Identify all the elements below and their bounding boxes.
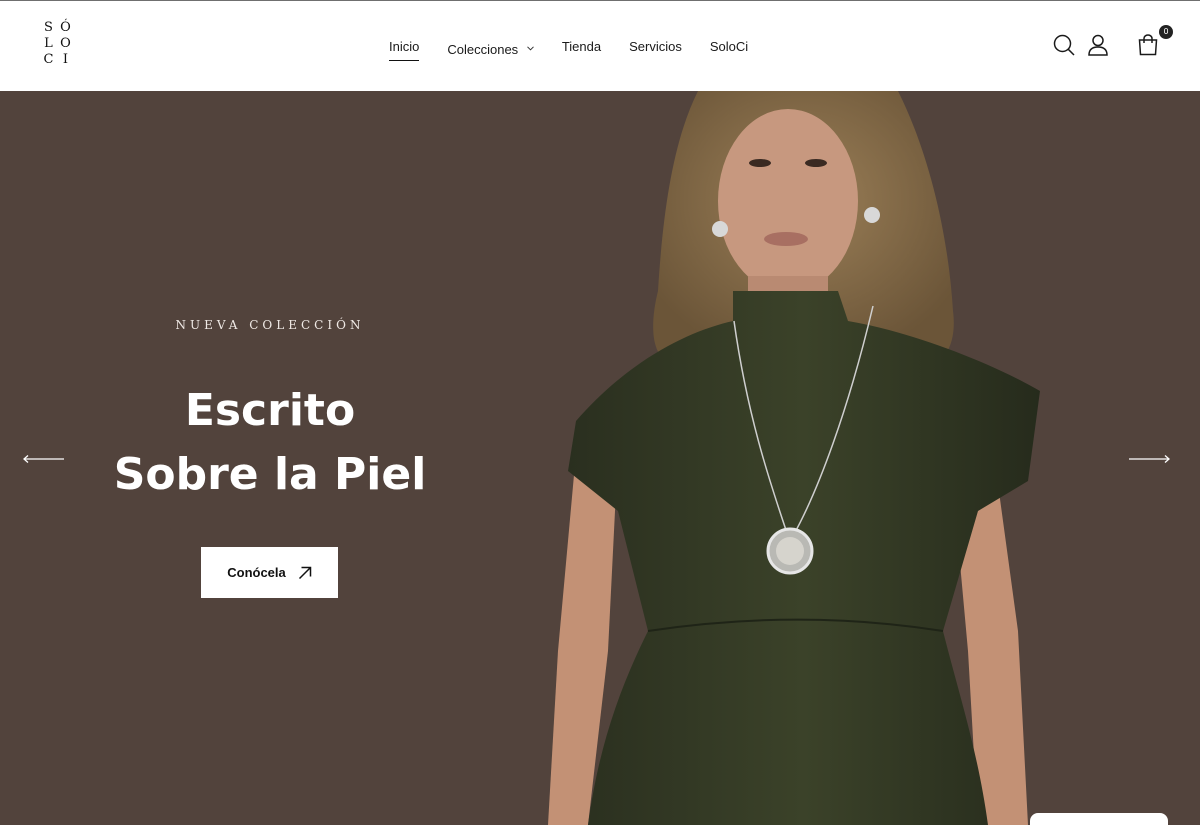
floating-widget-tab[interactable] — [1030, 813, 1168, 825]
hero-slider: NUEVA COLECCIÓN Escrito Sobre la Piel Co… — [0, 91, 1200, 825]
logo-letter: Ó — [60, 20, 71, 35]
nav-item-label: Tienda — [561, 39, 602, 54]
logo-letter: L — [44, 36, 53, 51]
nav-item-label: SoloCi — [709, 39, 749, 54]
nav-item-label: Servicios — [629, 39, 682, 54]
nav-item-label: Colecciones — [447, 42, 519, 57]
search-icon — [1053, 34, 1075, 56]
cta-label: Conócela — [227, 565, 286, 580]
slider-prev-button[interactable] — [22, 449, 66, 469]
arrow-left-icon — [23, 455, 64, 463]
header-actions: 0 — [1050, 25, 1173, 59]
slider-next-button[interactable] — [1127, 449, 1171, 469]
logo-letter: S — [44, 20, 53, 35]
cart-count-badge: 0 — [1159, 25, 1173, 39]
hero-title: Escrito Sobre la Piel — [70, 379, 470, 507]
arrow-right-icon — [1129, 455, 1170, 463]
logo-letter: I — [62, 52, 69, 67]
site-header: S Ó L O C I Inicio Colecciones Tienda Se… — [0, 0, 1200, 91]
main-nav: Inicio Colecciones Tienda Servicios Solo… — [389, 37, 776, 63]
hero-model-image — [548, 91, 1040, 825]
nav-item-servicios[interactable]: Servicios — [629, 37, 682, 61]
account-button[interactable] — [1084, 31, 1112, 59]
brand-logo[interactable]: S Ó L O C I — [40, 20, 74, 68]
nav-item-inicio[interactable]: Inicio — [389, 37, 420, 61]
nav-item-colecciones[interactable]: Colecciones — [447, 37, 534, 61]
arrow-up-right-icon — [298, 566, 311, 579]
logo-letter: C — [43, 52, 54, 67]
hero-eyebrow: NUEVA COLECCIÓN — [175, 318, 365, 332]
cart-button[interactable]: 0 — [1134, 25, 1173, 59]
logo-letter: O — [60, 36, 71, 51]
hero-title-line: Sobre la Piel — [113, 449, 427, 500]
user-icon — [1088, 34, 1108, 56]
search-button[interactable] — [1050, 31, 1078, 59]
conocela-button[interactable]: Conócela — [201, 547, 338, 598]
hero-title-line: Escrito — [184, 385, 356, 436]
chevron-down-icon — [526, 37, 534, 57]
nav-item-label: Inicio — [389, 39, 420, 54]
shopping-bag-icon — [1138, 34, 1158, 56]
nav-item-soloci[interactable]: SoloCi — [710, 37, 748, 61]
nav-item-tienda[interactable]: Tienda — [562, 37, 601, 61]
